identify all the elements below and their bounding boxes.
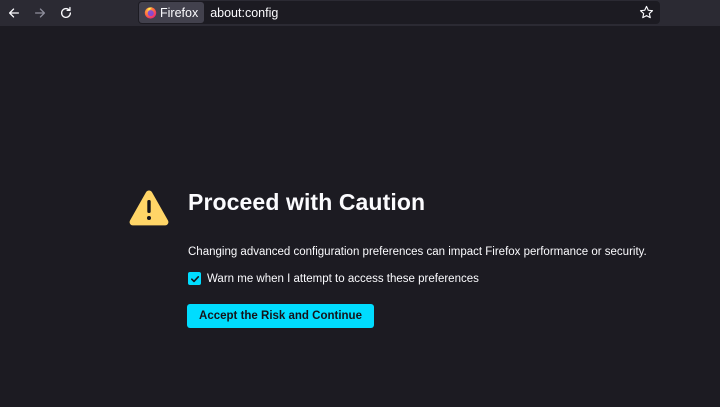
warn-preference-row[interactable]: Warn me when I attempt to access these p… — [188, 272, 479, 285]
identity-box[interactable]: Firefox — [139, 2, 205, 23]
browser-toolbar: Firefox about:config — [0, 0, 720, 26]
page-title: Proceed with Caution — [188, 189, 426, 215]
accept-risk-button[interactable]: Accept the Risk and Continue — [187, 304, 374, 328]
warning-triangle-icon — [129, 190, 169, 226]
firefox-logo-icon — [144, 7, 157, 19]
url-text[interactable]: about:config — [210, 6, 278, 20]
warn-checkbox-label[interactable]: Warn me when I attempt to access these p… — [207, 273, 479, 285]
forward-arrow-icon — [34, 8, 46, 18]
checkmark-icon — [190, 275, 199, 282]
identity-label: Firefox — [160, 5, 199, 20]
reload-icon — [60, 6, 72, 18]
warn-checkbox[interactable] — [188, 272, 201, 285]
url-bar[interactable]: Firefox about:config — [138, 1, 660, 24]
forward-button[interactable] — [27, 0, 53, 26]
back-arrow-icon — [8, 8, 20, 18]
about-config-warning-page — [0, 26, 720, 407]
reload-button[interactable] — [53, 0, 79, 26]
star-icon[interactable] — [639, 5, 654, 20]
warning-description: Changing advanced configuration preferen… — [188, 246, 647, 258]
back-button[interactable] — [1, 0, 27, 26]
